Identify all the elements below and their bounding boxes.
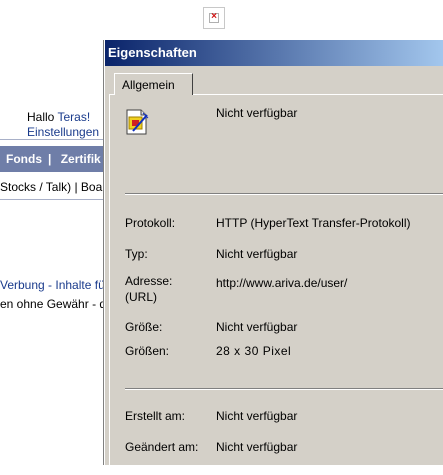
typ-value: Nicht verfügbar <box>216 247 298 261</box>
greeting: Hallo Teras! <box>27 110 90 124</box>
separator <box>125 388 443 390</box>
groesse-value: Nicht verfügbar <box>216 320 298 334</box>
separator <box>125 193 443 195</box>
nav-separator: | <box>48 152 52 166</box>
adresse-value: http://www.ariva.de/user/ <box>216 276 348 290</box>
tab-label: Allgemein <box>122 78 175 92</box>
protokoll-label: Protokoll: <box>125 216 176 230</box>
groessen-label: Größen: <box>125 344 170 358</box>
erstellt-label: Erstellt am: <box>125 409 186 423</box>
erstellt-value: Nicht verfügbar <box>216 409 298 423</box>
picture-file-icon <box>125 108 150 136</box>
dialog-title: Eigenschaften <box>108 45 197 60</box>
settings-link[interactable]: Einstellungen <box>27 125 99 139</box>
nav-item-zertifikate[interactable]: Zertifik <box>61 152 101 166</box>
user-name-link[interactable]: Teras! <box>57 110 90 124</box>
footer-text: en ohne Gewähr - d <box>0 297 107 311</box>
geaendert-label: Geändert am: <box>125 440 199 454</box>
dialog-titlebar[interactable]: Eigenschaften <box>105 40 443 66</box>
greeting-text: Hallo <box>27 110 55 124</box>
subnav-links[interactable]: Stocks / Talk) | Boa <box>0 180 110 194</box>
footer-links[interactable]: Verbung - Inhalte für <box>0 278 110 292</box>
file-name: Nicht verfügbar <box>216 106 298 120</box>
typ-label: Typ: <box>125 247 148 261</box>
adresse-label: Adresse: <box>125 274 173 288</box>
divider <box>0 139 110 140</box>
nav-bar: Fonds | Zertifik <box>0 146 110 172</box>
tab-allgemein[interactable]: Allgemein <box>114 73 193 95</box>
nav-item-fonds[interactable]: Fonds <box>6 152 42 166</box>
properties-dialog: Eigenschaften Allgemein Nicht verfügbar … <box>104 40 443 475</box>
protokoll-value: HTTP (HyperText Transfer-Protokoll) <box>216 216 411 230</box>
broken-image-icon: × <box>203 7 225 29</box>
divider <box>0 199 110 200</box>
geaendert-value: Nicht verfügbar <box>216 440 298 454</box>
url-label: (URL) <box>125 290 157 304</box>
groessen-value: 28 x 30 Pixel <box>216 344 292 358</box>
groesse-label: Größe: <box>125 320 163 334</box>
